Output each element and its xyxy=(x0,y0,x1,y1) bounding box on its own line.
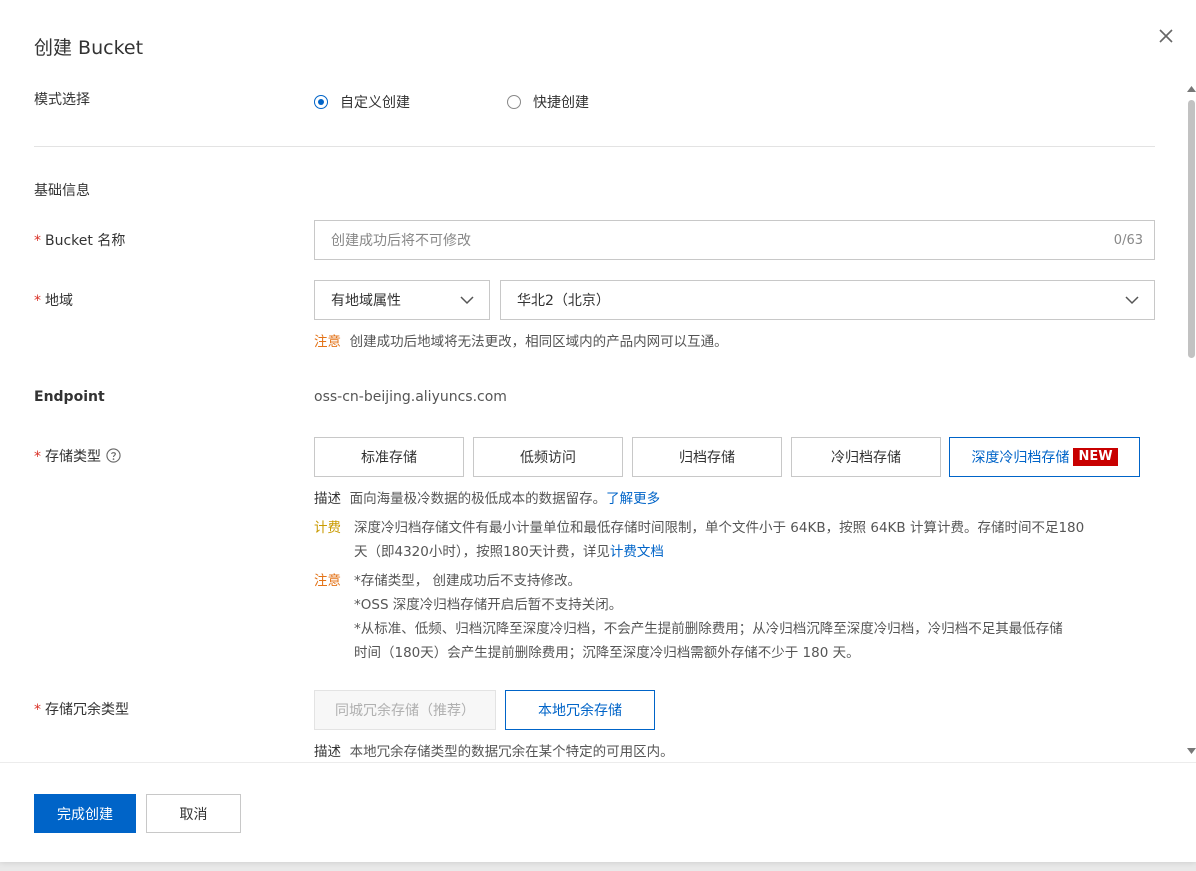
redundancy-desc: 描述 本地冗余存储类型的数据冗余在某个特定的可用区内。 xyxy=(314,740,674,764)
desc-tag: 描述 xyxy=(314,491,341,507)
new-badge: NEW xyxy=(1073,448,1118,466)
cancel-button[interactable]: 取消 xyxy=(146,794,241,833)
close-icon[interactable] xyxy=(1156,26,1176,46)
redundancy-label-text: 存储冗余类型 xyxy=(45,702,129,718)
scrollbar[interactable] xyxy=(1186,80,1196,760)
chevron-down-icon xyxy=(1125,296,1139,305)
storage-note-tag-wrap: 注意 xyxy=(314,569,341,593)
storage-deep-cold-archive-button[interactable]: 深度冷归档存储 NEW xyxy=(949,437,1140,477)
footer-divider xyxy=(0,762,1196,763)
create-bucket-dialog: 创建 Bucket 模式选择 自定义创建 快捷创建 基础信息 * Bucket 名… xyxy=(0,0,1196,862)
section-title-basic: 基础信息 xyxy=(34,183,90,199)
learn-more-link[interactable]: 了解更多 xyxy=(606,491,660,507)
desc-tag: 描述 xyxy=(314,744,341,760)
bucket-name-placeholder: 创建成功后将不可修改 xyxy=(331,233,471,249)
redundancy-desc-text: 本地冗余存储类型的数据冗余在某个特定的可用区内。 xyxy=(349,744,674,760)
mode-label: 模式选择 xyxy=(34,92,90,108)
fee-line-2: 天（即4320小时），按照180天计费，详见计费文档 xyxy=(354,540,1084,564)
required-mark: * xyxy=(34,449,41,465)
storage-desc: 描述 面向海量极冷数据的极低成本的数据留存。了解更多 xyxy=(314,487,660,511)
bucket-name-input[interactable]: 创建成功后将不可修改 0/63 xyxy=(314,220,1155,260)
note-tag: 注意 xyxy=(314,334,341,350)
region-label: * 地域 xyxy=(34,290,73,310)
storage-note-line-2: *OSS 深度冷归档存储开启后暂不支持关闭。 xyxy=(354,597,623,613)
redundancy-label: * 存储冗余类型 xyxy=(34,699,129,719)
radio-quick-create-label: 快捷创建 xyxy=(533,95,589,111)
radio-unchecked-icon xyxy=(507,95,521,109)
fee-line-1: 深度冷归档存储文件有最小计量单位和最低存储时间限制，单个文件小于 64KB，按照… xyxy=(354,520,1085,536)
region-select[interactable]: 华北2（北京） xyxy=(500,280,1155,320)
storage-archive-button[interactable]: 归档存储 xyxy=(632,437,782,477)
region-note-text: 创建成功后地域将无法更改，相同区域内的产品内网可以互通。 xyxy=(349,334,728,350)
fee-text: 深度冷归档存储文件有最小计量单位和最低存储时间限制，单个文件小于 64KB，按照… xyxy=(354,516,1084,564)
region-value: 华北2（北京） xyxy=(517,293,610,309)
storage-desc-text: 面向海量极冷数据的极低成本的数据留存。 xyxy=(349,491,607,507)
submit-create-button[interactable]: 完成创建 xyxy=(34,794,136,833)
char-counter: 0/63 xyxy=(1113,232,1143,248)
storage-note-line-3: *从标准、低频、归档沉降至深度冷归档，不会产生提前删除费用；从冷归档沉降至深度冷… xyxy=(354,621,1063,637)
radio-custom-create[interactable]: 自定义创建 xyxy=(314,92,410,112)
storage-deep-cold-archive-label: 深度冷归档存储 xyxy=(971,450,1070,466)
required-mark: * xyxy=(34,233,41,249)
chevron-down-icon xyxy=(460,296,474,305)
storage-note-text: *存储类型， 创建成功后不支持修改。 *OSS 深度冷归档存储开启后暂不支持关闭… xyxy=(354,569,1063,665)
scroll-down-arrow-icon[interactable] xyxy=(1187,748,1196,755)
region-note: 注意 创建成功后地域将无法更改，相同区域内的产品内网可以互通。 xyxy=(314,330,728,354)
storage-class-label: * 存储类型 xyxy=(34,446,121,466)
region-attribute-select[interactable]: 有地域属性 xyxy=(314,280,490,320)
region-attribute-value: 有地域属性 xyxy=(331,293,401,309)
bucket-name-label: * Bucket 名称 xyxy=(34,230,125,250)
region-label-text: 地域 xyxy=(45,293,73,309)
storage-standard-button[interactable]: 标准存储 xyxy=(314,437,464,477)
storage-note-line-1: *存储类型， 创建成功后不支持修改。 xyxy=(354,573,582,589)
note-tag: 注意 xyxy=(314,573,341,589)
dialog-title: 创建 Bucket xyxy=(34,37,144,59)
bucket-name-label-text: Bucket 名称 xyxy=(45,233,126,249)
fee-tag-wrap: 计费 xyxy=(314,516,341,540)
radio-quick-create[interactable]: 快捷创建 xyxy=(507,92,589,112)
help-icon[interactable] xyxy=(106,448,121,463)
storage-note-line-4: 时间（180天）会产生提前删除费用；沉降至深度冷归档需额外存储不少于 180 天… xyxy=(354,645,860,661)
redundancy-zrs-button: 同城冗余存储（推荐） xyxy=(314,690,496,730)
radio-custom-create-label: 自定义创建 xyxy=(340,95,410,111)
endpoint-value: oss-cn-beijing.aliyuncs.com xyxy=(314,389,507,405)
required-mark: * xyxy=(34,702,41,718)
storage-cold-archive-button[interactable]: 冷归档存储 xyxy=(791,437,941,477)
scroll-up-arrow-icon[interactable] xyxy=(1187,85,1196,92)
billing-doc-link[interactable]: 计费文档 xyxy=(610,544,664,560)
scrollbar-thumb[interactable] xyxy=(1188,100,1195,358)
storage-ia-button[interactable]: 低频访问 xyxy=(473,437,623,477)
storage-class-label-text: 存储类型 xyxy=(45,449,101,465)
fee-tag: 计费 xyxy=(314,520,341,536)
radio-checked-icon xyxy=(314,95,328,109)
endpoint-label: Endpoint xyxy=(34,389,105,405)
section-divider xyxy=(34,146,1155,147)
redundancy-lrs-button[interactable]: 本地冗余存储 xyxy=(505,690,655,730)
required-mark: * xyxy=(34,293,41,309)
fee-line-2-text: 天（即4320小时），按照180天计费，详见 xyxy=(354,544,610,560)
